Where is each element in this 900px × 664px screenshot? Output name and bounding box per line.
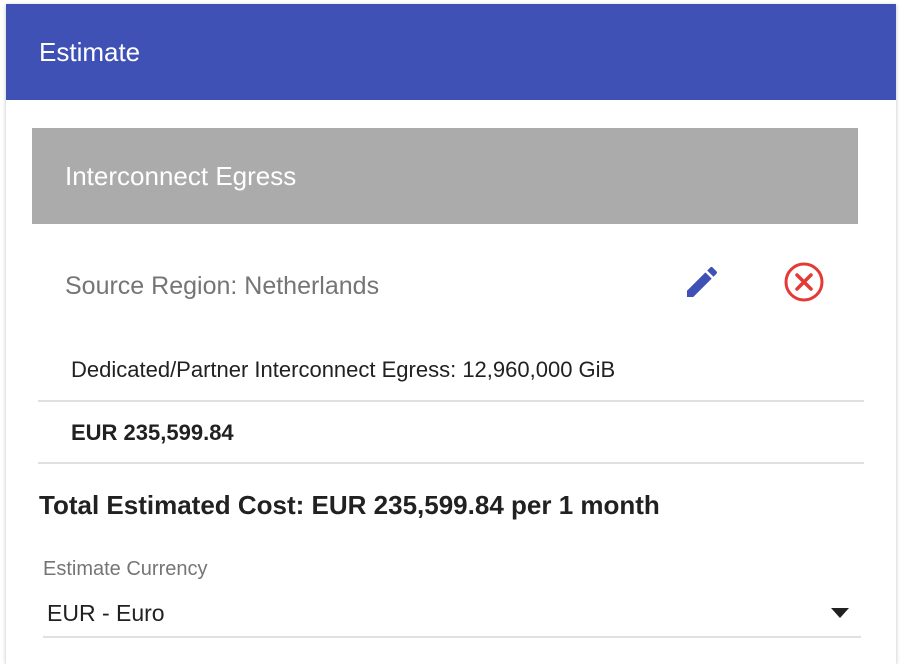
source-region-label: Source Region: Netherlands — [65, 272, 380, 300]
total-estimated-cost: Total Estimated Cost: EUR 235,599.84 per… — [39, 490, 660, 520]
region-row: Source Region: Netherlands — [32, 224, 858, 354]
circle-x-icon — [784, 262, 824, 302]
estimate-title: Estimate — [39, 36, 141, 67]
estimate-header: Estimate — [6, 4, 896, 100]
item-title-bar: Interconnect Egress — [32, 128, 858, 224]
select-underline — [43, 636, 861, 638]
currency-select[interactable]: EUR - Euro — [43, 594, 861, 638]
edit-button[interactable] — [678, 258, 726, 306]
estimate-item: Interconnect Egress Source Region: Nethe… — [32, 128, 858, 468]
currency-selected-value: EUR - Euro — [47, 600, 165, 626]
divider — [38, 462, 864, 464]
currency-label: Estimate Currency — [43, 558, 208, 580]
usage-detail: Dedicated/Partner Interconnect Egress: 1… — [71, 357, 616, 382]
pencil-icon — [687, 266, 718, 297]
divider — [38, 400, 864, 402]
dropdown-arrow-icon — [831, 608, 849, 618]
item-cost: EUR 235,599.84 — [71, 420, 234, 445]
remove-button[interactable] — [780, 258, 828, 306]
item-title: Interconnect Egress — [65, 160, 297, 191]
